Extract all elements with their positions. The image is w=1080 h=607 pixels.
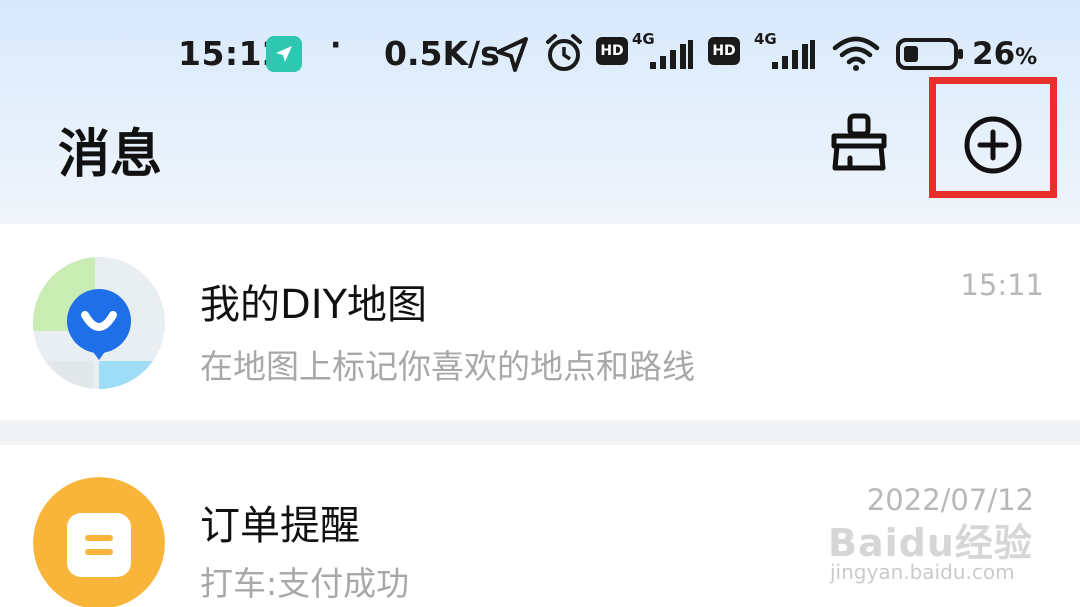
watermark-logo: Baidu经验 xyxy=(828,521,1033,565)
status-dot: · xyxy=(330,28,342,63)
message-title: 我的DIY地图 xyxy=(200,282,428,328)
status-bar: 15:12 · 0.5K/s HD 4G HD 4G 26% xyxy=(0,0,1080,104)
alarm-icon xyxy=(546,34,582,71)
net-speed: 0.5K/s xyxy=(384,34,500,73)
message-preview: 在地图上标记你喜欢的地点和路线 xyxy=(200,347,695,386)
clean-brush-icon xyxy=(831,113,887,171)
hd-label: HD xyxy=(600,43,624,59)
signal-icon xyxy=(650,40,693,69)
battery-percent: 26% xyxy=(972,36,1037,72)
hd-label: HD xyxy=(712,43,736,59)
signal-icon xyxy=(772,40,815,69)
message-item-diy-map[interactable]: 我的DIY地图 在地图上标记你喜欢的地点和路线 15:11 xyxy=(0,224,1080,420)
hd-icon: HD xyxy=(596,37,628,65)
order-avatar-icon xyxy=(33,477,165,607)
navigation-badge-icon xyxy=(266,36,302,72)
battery-unit: % xyxy=(1015,45,1038,70)
message-preview: 打车:支付成功 xyxy=(200,564,410,603)
watermark-url: jingyan.baidu.com xyxy=(830,560,1015,584)
wifi-icon xyxy=(832,36,880,71)
location-arrow-icon xyxy=(496,37,528,72)
page-title: 消息 xyxy=(58,125,163,185)
message-title: 订单提醒 xyxy=(200,503,360,549)
message-time: 15:11 xyxy=(960,268,1044,302)
diy-map-avatar-icon xyxy=(33,257,165,389)
battery-value: 26 xyxy=(972,36,1016,72)
highlight-box xyxy=(929,77,1057,198)
clean-button[interactable] xyxy=(826,110,892,176)
hd-icon: HD xyxy=(708,37,740,65)
battery-icon xyxy=(896,38,963,70)
